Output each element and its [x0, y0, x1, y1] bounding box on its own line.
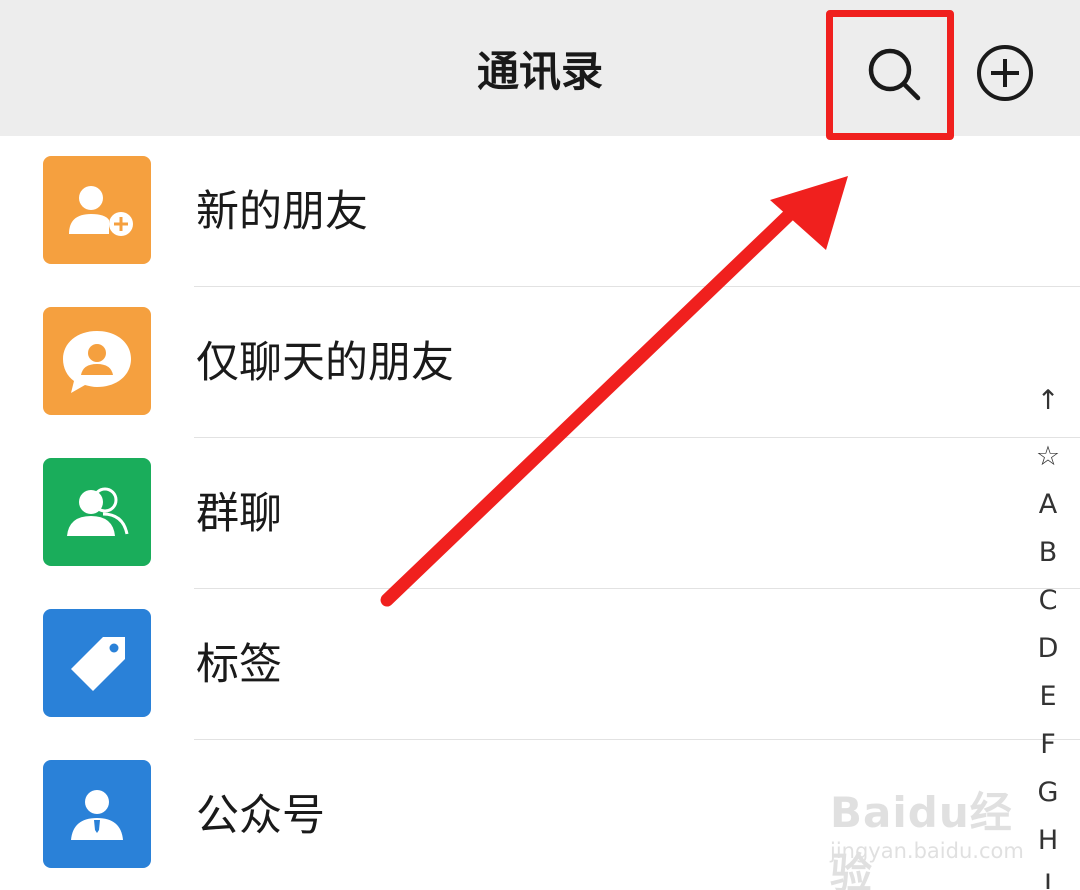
list-item-label: 新的朋友 [196, 187, 368, 237]
search-highlight-box [826, 10, 954, 140]
index-item-e[interactable]: E [1028, 681, 1068, 712]
list-item-tags[interactable]: 标签 [0, 589, 1080, 740]
official-accounts-avatar [43, 760, 151, 868]
watermark-brand: Baidu经验 [830, 788, 1013, 890]
chat-only-friends-avatar [43, 307, 151, 415]
index-item-b[interactable]: B [1028, 537, 1068, 568]
add-button[interactable] [974, 42, 1036, 104]
group-icon [67, 487, 129, 536]
tags-avatar [43, 609, 151, 717]
add-friend-icon [69, 186, 133, 236]
index-item-g[interactable]: G [1028, 777, 1068, 808]
list-item-group-chats[interactable]: 群聊 [0, 438, 1080, 589]
watermark-url: jingyan.baidu.com [830, 839, 1024, 863]
add-circle-icon [977, 45, 1033, 101]
index-item-a[interactable]: A [1028, 489, 1068, 520]
list-item-label: 标签 [196, 640, 282, 690]
index-item-top[interactable]: ↑ [1028, 385, 1068, 416]
official-account-icon [71, 790, 123, 840]
list-item-label: 群聊 [196, 489, 282, 539]
baidu-jingyan-watermark: Baidu经验 jingyan.baidu.com [826, 775, 1026, 890]
list-item-label: 仅聊天的朋友 [196, 338, 454, 388]
index-item-i[interactable]: I [1028, 869, 1068, 889]
tag-icon [71, 637, 125, 691]
group-chats-avatar [43, 458, 151, 566]
index-item-c[interactable]: C [1028, 585, 1068, 616]
chat-bubble-person-icon [63, 331, 131, 393]
index-item-h[interactable]: H [1028, 825, 1068, 856]
list-item-chat-only-friends[interactable]: 仅聊天的朋友 [0, 287, 1080, 438]
list-item-new-friends[interactable]: 新的朋友 [0, 136, 1080, 287]
index-item-f[interactable]: F [1028, 729, 1068, 760]
index-item-d[interactable]: D [1028, 633, 1068, 664]
new-friends-avatar [43, 156, 151, 264]
index-item-star[interactable]: ☆ [1028, 441, 1068, 472]
list-item-label: 公众号 [196, 791, 325, 841]
